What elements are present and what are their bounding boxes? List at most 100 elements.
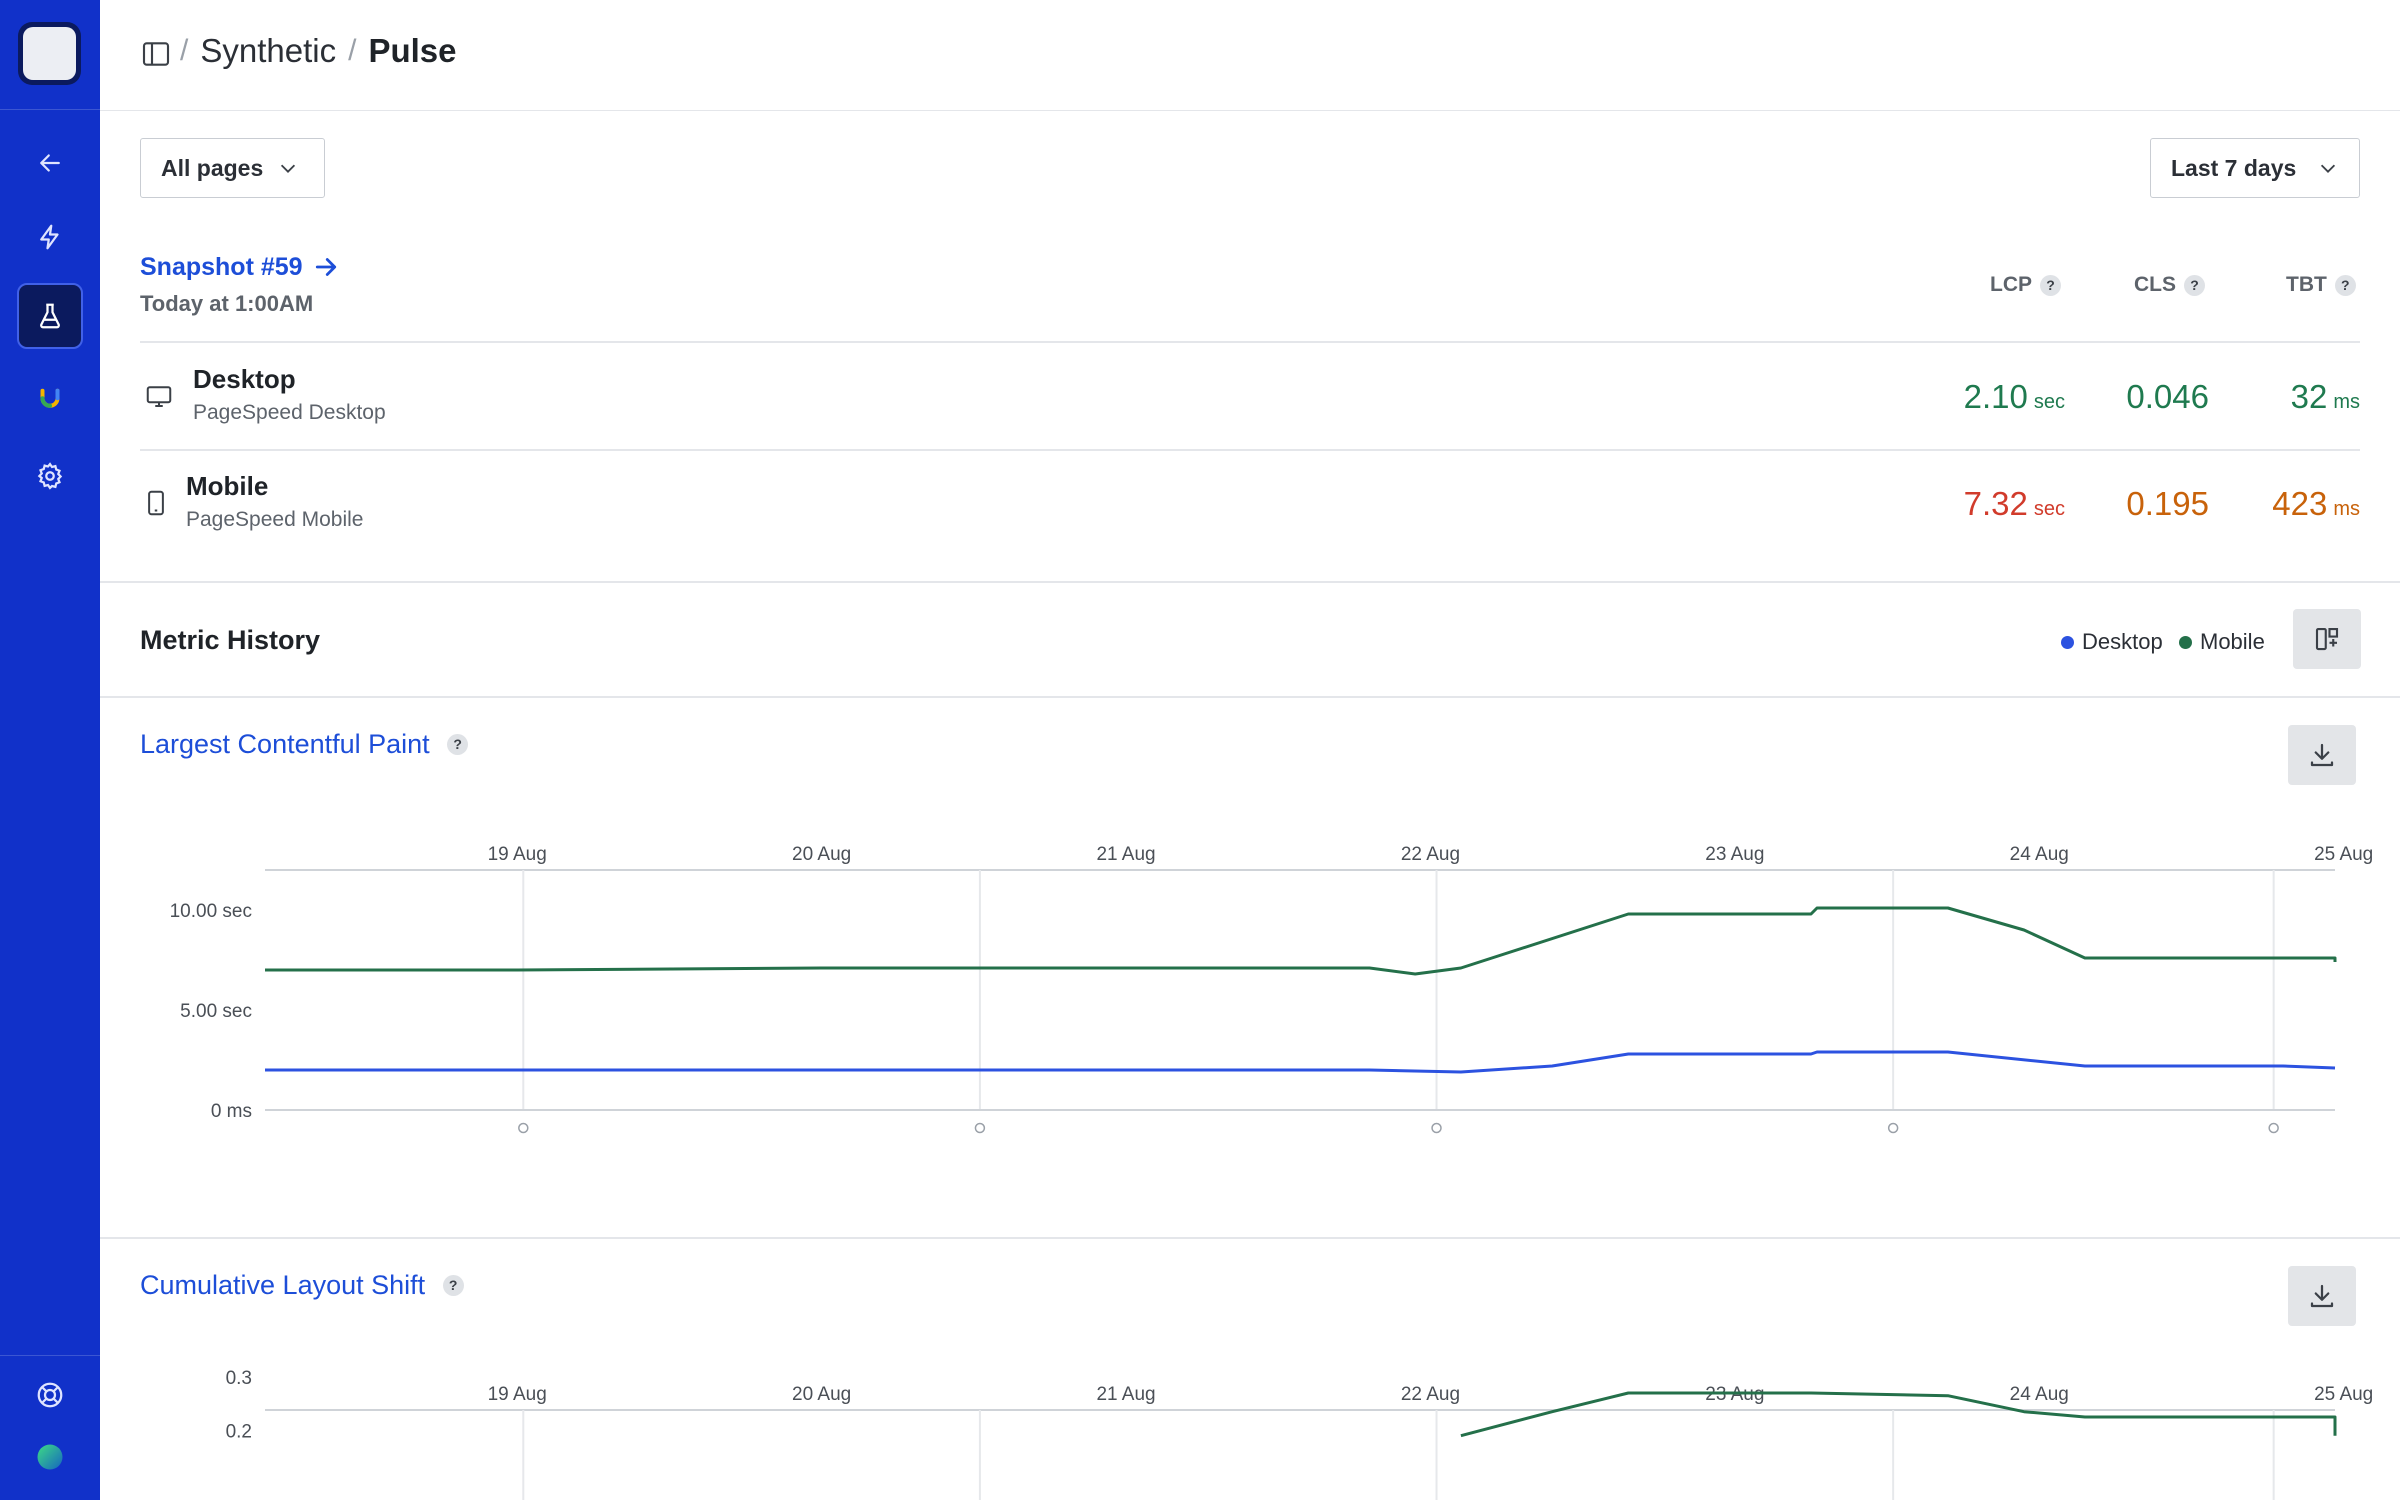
cls-value: 0.046 xyxy=(2126,378,2209,416)
tbt-unit: ms xyxy=(2333,498,2360,520)
x-tick-label: 20 Aug xyxy=(792,1384,851,1405)
sidebar-header xyxy=(0,0,100,110)
snapshot-marker xyxy=(518,1122,529,1134)
tbt-number: 32 xyxy=(2290,378,2328,415)
help-icon[interactable]: ? xyxy=(447,733,469,755)
tbt-number: 423 xyxy=(2272,485,2328,522)
legend-dot xyxy=(2179,635,2192,649)
cls-number: 0.195 xyxy=(2126,485,2209,522)
help-icon[interactable]: ? xyxy=(2184,274,2205,296)
sidebar-divider xyxy=(0,1355,100,1356)
top-header: / Synthetic / Pulse xyxy=(100,0,2400,111)
chart-title-lcp[interactable]: Largest Contentful Paint ? xyxy=(140,729,469,760)
snapshot-link[interactable]: Snapshot #59 xyxy=(140,252,341,282)
x-tick-label: 25 Aug xyxy=(2314,844,2373,865)
legend-label: Desktop xyxy=(2082,629,2163,654)
chart-title-text: Largest Contentful Paint xyxy=(140,729,430,759)
download-button[interactable] xyxy=(2288,725,2356,785)
help-icon[interactable]: ? xyxy=(442,1274,464,1296)
layout-toggle-button[interactable] xyxy=(2293,609,2361,669)
pages-filter-label: All pages xyxy=(161,154,264,181)
sidebar xyxy=(0,0,100,1500)
help-icon[interactable]: ? xyxy=(2334,274,2356,296)
flask-icon[interactable] xyxy=(17,283,83,349)
chevron-down-icon xyxy=(281,164,296,173)
breadcrumb: / Synthetic / Pulse xyxy=(180,32,456,70)
date-range-dropdown[interactable]: Last 7 days xyxy=(2150,138,2360,198)
cls-value: 0.195 xyxy=(2126,485,2209,523)
y-tick-label: 0.2 xyxy=(226,1421,252,1442)
legend-mobile[interactable]: Mobile xyxy=(2179,629,2265,655)
x-tick-label: 20 Aug xyxy=(792,844,851,865)
user-avatar[interactable] xyxy=(17,1424,83,1490)
x-tick-label: 21 Aug xyxy=(1096,1384,1155,1405)
desktop-monitor-icon xyxy=(146,386,172,407)
series-line-mobile xyxy=(265,906,2337,976)
x-tick-label: 22 Aug xyxy=(1401,1384,1460,1405)
settings-gear-icon[interactable] xyxy=(17,443,83,509)
tbt-value: 32 ms xyxy=(2291,378,2360,416)
x-tick-label: 19 Aug xyxy=(488,844,547,865)
cls-line-chart: 19 Aug 20 Aug 21 Aug 22 Aug 23 Aug 24 Aug 25 A… xyxy=(226,1368,2373,1500)
lcp-number: 2.10 xyxy=(1963,378,2028,415)
x-tick-label: 25 Aug xyxy=(2314,1384,2373,1405)
y-tick-label: 0 ms xyxy=(211,1101,252,1122)
section-divider xyxy=(100,581,2400,583)
snapshot-marker xyxy=(1431,1122,1442,1134)
column-label: CLS xyxy=(2134,273,2176,296)
device-subtitle: PageSpeed Mobile xyxy=(186,508,364,531)
x-tick-label: 23 Aug xyxy=(1705,844,1764,865)
help-icon[interactable]: ? xyxy=(2040,274,2061,296)
series-line-desktop xyxy=(265,1050,2336,1074)
layout-columns-icon xyxy=(2315,627,2339,651)
download-button[interactable] xyxy=(2288,1266,2356,1326)
device-name[interactable]: Desktop xyxy=(193,364,296,395)
lcp-number: 7.32 xyxy=(1963,485,2028,522)
metric-history-title: Metric History xyxy=(140,625,321,655)
column-label: TBT xyxy=(2286,273,2327,296)
integration-icon[interactable] xyxy=(17,364,83,430)
arrow-right-icon xyxy=(315,258,336,276)
chart-title-cls[interactable]: Cumulative Layout Shift ? xyxy=(140,1270,464,1301)
device-subtitle: PageSpeed Desktop xyxy=(193,401,386,424)
device-name[interactable]: Mobile xyxy=(186,471,268,502)
column-header-tbt: TBT? xyxy=(2286,273,2356,297)
snapshot-marker xyxy=(2268,1122,2279,1134)
lcp-value: 7.32 sec xyxy=(1964,485,2065,523)
mobile-phone-icon xyxy=(148,490,164,516)
series-line-mobile xyxy=(1460,1391,2337,1438)
date-range-label: Last 7 days xyxy=(2171,154,2297,181)
legend-desktop[interactable]: Desktop xyxy=(2061,629,2163,655)
download-icon xyxy=(2310,743,2334,767)
legend-label: Mobile xyxy=(2200,629,2265,654)
app-logo[interactable] xyxy=(18,22,81,85)
lcp-value: 2.10 sec xyxy=(1964,378,2065,416)
snapshot-marker xyxy=(974,1122,986,1134)
snapshot-marker xyxy=(1887,1122,1899,1134)
table-divider xyxy=(140,341,2360,343)
legend-dot xyxy=(2061,635,2074,649)
column-label: LCP xyxy=(1990,273,2032,296)
table-divider xyxy=(140,449,2360,451)
pages-filter-dropdown[interactable]: All pages xyxy=(140,138,325,198)
cls-number: 0.046 xyxy=(2126,378,2209,415)
y-tick-label: 10.00 sec xyxy=(170,901,252,922)
breadcrumb-parent[interactable]: Synthetic xyxy=(200,32,336,70)
y-tick-label: 5.00 sec xyxy=(180,1001,252,1022)
breadcrumb-separator: / xyxy=(348,34,357,67)
snapshot-date: Today at 1:00AM xyxy=(140,291,314,316)
section-divider xyxy=(100,1237,2400,1239)
x-tick-label: 19 Aug xyxy=(488,1384,547,1405)
column-header-lcp: LCP? xyxy=(1990,273,2061,297)
y-tick-label: 0.3 xyxy=(226,1368,252,1389)
lcp-line-chart: 19 Aug 20 Aug 21 Aug 22 Aug 23 Aug 24 Aug 25 A… xyxy=(170,844,2373,1134)
breadcrumb-current: Pulse xyxy=(368,32,457,69)
back-arrow-icon[interactable] xyxy=(17,130,83,196)
tbt-unit: ms xyxy=(2333,391,2360,413)
sidebar-toggle-icon[interactable] xyxy=(140,38,172,70)
help-lifebuoy-icon[interactable] xyxy=(17,1362,83,1428)
chart-title-text: Cumulative Layout Shift xyxy=(140,1270,426,1300)
lightning-icon[interactable] xyxy=(17,204,83,270)
chevron-down-icon xyxy=(2320,164,2336,173)
x-tick-label: 21 Aug xyxy=(1096,844,1155,865)
